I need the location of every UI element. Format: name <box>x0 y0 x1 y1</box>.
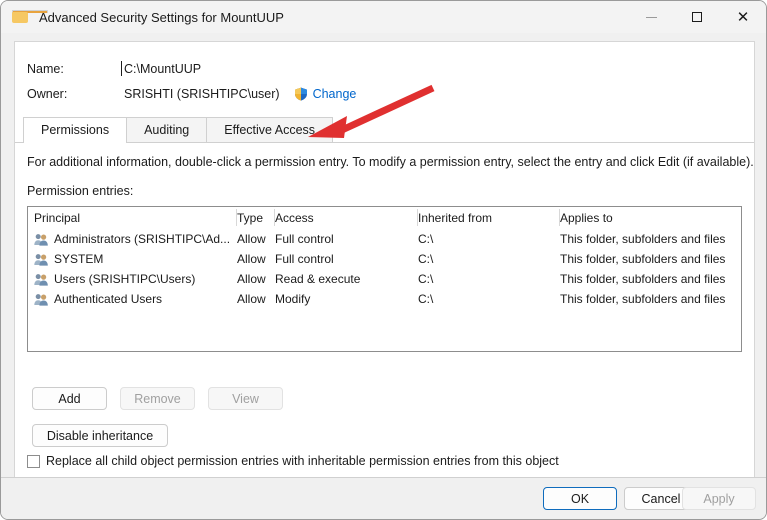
ok-button[interactable]: OK <box>543 487 617 510</box>
column-header-principal[interactable]: Principal <box>34 207 237 229</box>
description-text: For additional information, double-click… <box>27 155 754 169</box>
uac-shield-icon <box>294 87 308 101</box>
tab-strip: Permissions Auditing Effective Access <box>15 118 754 143</box>
column-header-inherited-from[interactable]: Inherited from <box>418 207 560 229</box>
name-value[interactable]: C:\MountUUP <box>124 62 201 76</box>
column-header-type[interactable]: Type <box>237 207 275 229</box>
tab-permissions[interactable]: Permissions <box>23 117 127 142</box>
cell-access: Full control <box>275 252 418 266</box>
cell-applies-to: This folder, subfolders and files <box>560 272 741 286</box>
cell-type: Allow <box>237 292 275 306</box>
maximize-icon <box>692 12 702 22</box>
advanced-security-settings-window: Advanced Security Settings for MountUUP … <box>0 0 767 520</box>
cell-inherited-from: C:\ <box>418 292 560 306</box>
owner-row: Owner: SRISHTI (SRISHTIPC\user) Change <box>27 87 356 101</box>
cell-applies-to: This folder, subfolders and files <box>560 292 741 306</box>
principal-text: Users (SRISHTIPC\Users) <box>54 272 195 286</box>
disable-inheritance-button[interactable]: Disable inheritance <box>32 424 168 447</box>
dialog-footer: OK Cancel Apply <box>1 477 766 519</box>
cell-type: Allow <box>237 252 275 266</box>
cell-inherited-from: C:\ <box>418 252 560 266</box>
cell-principal: Authenticated Users <box>34 292 237 306</box>
cell-applies-to: This folder, subfolders and files <box>560 232 741 246</box>
cell-access: Full control <box>275 232 418 246</box>
principal-text: SYSTEM <box>54 252 103 266</box>
users-group-icon <box>34 273 49 286</box>
minimize-icon <box>646 17 657 18</box>
apply-button: Apply <box>682 487 756 510</box>
users-group-icon <box>34 293 49 306</box>
replace-permissions-checkbox[interactable] <box>27 455 40 468</box>
cell-access: Read & execute <box>275 272 418 286</box>
cell-type: Allow <box>237 272 275 286</box>
window-title: Advanced Security Settings for MountUUP <box>39 10 284 25</box>
principal-text: Administrators (SRISHTIPC\Ad... <box>54 232 230 246</box>
cell-principal: Users (SRISHTIPC\Users) <box>34 272 237 286</box>
table-header-row: Principal Type Access Inherited from App… <box>28 207 741 229</box>
cell-principal: Administrators (SRISHTIPC\Ad... <box>34 232 237 246</box>
maximize-button[interactable] <box>674 1 720 33</box>
change-owner-link[interactable]: Change <box>313 87 357 101</box>
cell-type: Allow <box>237 232 275 246</box>
cell-access: Modify <box>275 292 418 306</box>
replace-permissions-row[interactable]: Replace all child object permission entr… <box>27 454 559 468</box>
permission-entries-table[interactable]: Principal Type Access Inherited from App… <box>27 206 742 352</box>
users-group-icon <box>34 253 49 266</box>
add-button[interactable]: Add <box>32 387 107 410</box>
column-header-applies-to[interactable]: Applies to <box>560 207 741 229</box>
owner-value: SRISHTI (SRISHTIPC\user) <box>124 87 280 101</box>
main-panel: Name: C:\MountUUP Owner: SRISHTI (SRISHT… <box>14 41 755 479</box>
window-controls: ✕ <box>628 1 766 33</box>
cell-inherited-from: C:\ <box>418 232 560 246</box>
table-row[interactable]: Authenticated Users Allow Modify C:\ Thi… <box>28 289 741 309</box>
table-row[interactable]: SYSTEM Allow Full control C:\ This folde… <box>28 249 741 269</box>
remove-button: Remove <box>120 387 195 410</box>
cell-inherited-from: C:\ <box>418 272 560 286</box>
name-label: Name: <box>27 62 124 76</box>
close-button[interactable]: ✕ <box>720 1 766 33</box>
close-icon: ✕ <box>737 10 750 25</box>
tab-auditing[interactable]: Auditing <box>126 117 207 142</box>
minimize-button[interactable] <box>628 1 674 33</box>
users-group-icon <box>34 233 49 246</box>
folder-icon <box>12 9 30 25</box>
title-bar: Advanced Security Settings for MountUUP … <box>1 1 766 33</box>
cell-applies-to: This folder, subfolders and files <box>560 252 741 266</box>
table-row[interactable]: Administrators (SRISHTIPC\Ad... Allow Fu… <box>28 229 741 249</box>
column-header-access[interactable]: Access <box>275 207 418 229</box>
view-button: View <box>208 387 283 410</box>
principal-text: Authenticated Users <box>54 292 162 306</box>
owner-label: Owner: <box>27 87 124 101</box>
permission-entries-label: Permission entries: <box>27 184 133 198</box>
table-row[interactable]: Users (SRISHTIPC\Users) Allow Read & exe… <box>28 269 741 289</box>
replace-permissions-label: Replace all child object permission entr… <box>46 454 559 468</box>
cell-principal: SYSTEM <box>34 252 237 266</box>
name-row: Name: C:\MountUUP <box>27 62 201 76</box>
tab-effective-access[interactable]: Effective Access <box>206 117 333 142</box>
